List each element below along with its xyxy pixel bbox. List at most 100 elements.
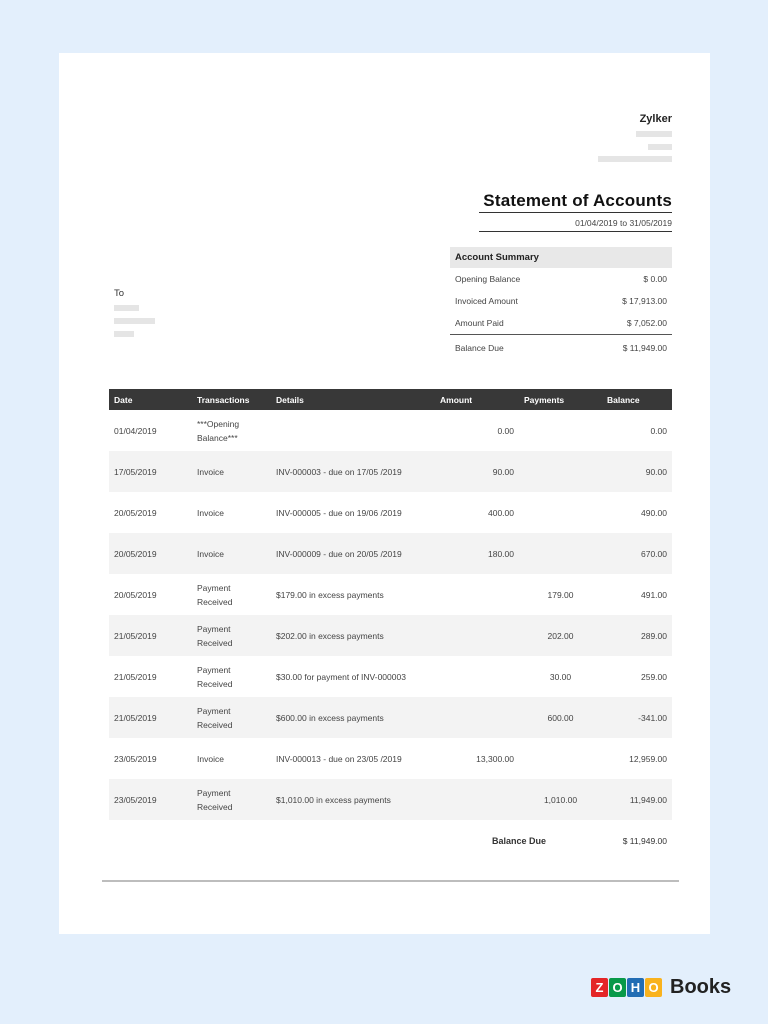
statement-period: 01/04/2019 to 31/05/2019: [575, 218, 672, 228]
zoho-letter: H: [627, 978, 644, 997]
summary-value: $ 17,913.00: [622, 296, 667, 306]
title-divider: [479, 212, 672, 213]
table-row: 20/05/2019 Payment Received $179.00 in e…: [109, 574, 672, 615]
cell-balance: 0.00: [650, 425, 667, 436]
cell-amount: [435, 779, 519, 820]
cell-balance: 491.00: [641, 589, 667, 600]
recipient-address-line: [114, 331, 134, 337]
cell-transaction: Payment Received: [197, 582, 233, 607]
cell-balance: 289.00: [602, 615, 672, 656]
account-summary-header: Account Summary: [450, 247, 672, 268]
cell-balance: 670.00: [602, 533, 672, 574]
cell-date: 23/05/2019: [109, 779, 192, 820]
table-row: 20/05/2019 Invoice INV-000005 - due on 1…: [109, 492, 672, 533]
cell-date: 20/05/2019: [114, 589, 157, 600]
table-row: 23/05/2019 Invoice INV-000013 - due on 2…: [109, 738, 672, 779]
zoho-books-logo: Z O H O Books: [591, 976, 731, 999]
cell-date: 20/05/2019: [114, 507, 157, 518]
column-header-balance: Balance: [602, 389, 672, 410]
period-divider: [479, 231, 672, 232]
cell-transaction: Payment Received: [197, 664, 233, 689]
cell-transaction: Payment Received: [192, 615, 271, 656]
cell-payment: [519, 738, 602, 779]
cell-date: 21/05/2019: [109, 615, 192, 656]
summary-value: $ 0.00: [643, 274, 667, 284]
transactions-table: Date Transactions Details Amount Payment…: [109, 389, 672, 820]
cell-date: 23/05/2019: [114, 753, 157, 764]
cell-date: 01/04/2019: [114, 425, 157, 436]
cell-date: 17/05/2019: [109, 451, 192, 492]
company-address-line: [598, 156, 672, 162]
cell-amount: [435, 615, 519, 656]
cell-transaction: Invoice: [197, 507, 224, 518]
cell-amount: [435, 574, 519, 615]
company-name: Zylker: [639, 113, 672, 125]
recipient-to-label: To: [114, 288, 125, 299]
cell-payment: 202.00: [519, 615, 602, 656]
table-row: 23/05/2019 Payment Received $1,010.00 in…: [109, 779, 672, 820]
cell-details: $179.00 in excess payments: [276, 589, 384, 600]
summary-label: Opening Balance: [455, 274, 521, 284]
recipient-address-line: [114, 305, 139, 311]
table-header-row: Date Transactions Details Amount Payment…: [109, 389, 672, 410]
statement-document: Zylker Statement of Accounts 01/04/2019 …: [59, 53, 710, 934]
summary-row-amount-paid: Amount Paid $ 7,052.00: [450, 312, 672, 334]
cell-amount: 0.00: [497, 425, 514, 436]
company-address-line: [636, 131, 672, 137]
summary-row-invoiced-amount: Invoiced Amount $ 17,913.00: [450, 290, 672, 312]
column-header-transactions: Transactions: [192, 389, 271, 410]
table-row: 21/05/2019 Payment Received $600.00 in e…: [109, 697, 672, 738]
cell-date: 20/05/2019: [109, 533, 192, 574]
cell-transaction: Invoice: [192, 451, 271, 492]
cell-balance: 259.00: [641, 671, 667, 682]
cell-payment: [519, 451, 602, 492]
cell-transaction: Invoice: [197, 753, 224, 764]
cell-payment: 1,010.00: [519, 779, 602, 820]
balance-due-value: $ 11,949.00: [622, 836, 667, 846]
zoho-letter: Z: [591, 978, 608, 997]
table-row: 01/04/2019 ***Opening Balance*** 0.00 0.…: [109, 410, 672, 451]
table-row: 21/05/2019 Payment Received $202.00 in e…: [109, 615, 672, 656]
cell-payment: [519, 492, 602, 533]
cell-details: INV-000009 - due on 20/05 /2019: [271, 533, 435, 574]
table-row: 20/05/2019 Invoice INV-000009 - due on 2…: [109, 533, 672, 574]
cell-details: [271, 410, 435, 451]
cell-amount: 180.00: [435, 533, 519, 574]
cell-balance: 11,949.00: [602, 779, 672, 820]
cell-amount: 13,300.00: [476, 753, 514, 764]
cell-amount: [435, 697, 519, 738]
company-address-line: [648, 144, 672, 150]
cell-payment: 600.00: [519, 697, 602, 738]
summary-label: Invoiced Amount: [455, 296, 518, 306]
cell-date: 21/05/2019: [109, 697, 192, 738]
cell-payment: [519, 533, 602, 574]
cell-amount: 90.00: [435, 451, 519, 492]
cell-details: $30.00 for payment of INV-000003: [276, 671, 406, 682]
cell-payment: 179.00: [547, 589, 574, 600]
table-row: 17/05/2019 Invoice INV-000003 - due on 1…: [109, 451, 672, 492]
cell-amount: [435, 656, 519, 697]
table-row: 21/05/2019 Payment Received $30.00 for p…: [109, 656, 672, 697]
statement-title: Statement of Accounts: [483, 191, 672, 210]
cell-balance: 90.00: [602, 451, 672, 492]
cell-transaction: Payment Received: [192, 779, 271, 820]
column-header-details: Details: [271, 389, 435, 410]
zoho-letter: O: [645, 978, 662, 997]
recipient-address-line: [114, 318, 155, 324]
balance-due-label: Balance Due: [492, 836, 547, 846]
books-wordmark: Books: [670, 976, 732, 998]
account-summary: Account Summary Opening Balance $ 0.00 I…: [450, 247, 672, 361]
cell-transaction: ***Opening Balance***: [197, 418, 240, 443]
cell-details: $202.00 in excess payments: [271, 615, 435, 656]
column-header-amount: Amount: [435, 389, 519, 410]
zoho-logo-mark: Z O H O: [591, 978, 663, 997]
column-header-date: Date: [109, 389, 192, 410]
summary-row-balance-due: Balance Due $ 11,949.00: [450, 334, 672, 361]
summary-label: Amount Paid: [455, 318, 504, 328]
summary-value: $ 7,052.00: [626, 318, 667, 328]
summary-label: Balance Due: [455, 343, 504, 353]
cell-details: $600.00 in excess payments: [271, 697, 435, 738]
column-header-payments: Payments: [519, 389, 602, 410]
cell-details: INV-000013 - due on 23/05 /2019: [276, 753, 402, 764]
zoho-letter: O: [609, 978, 626, 997]
